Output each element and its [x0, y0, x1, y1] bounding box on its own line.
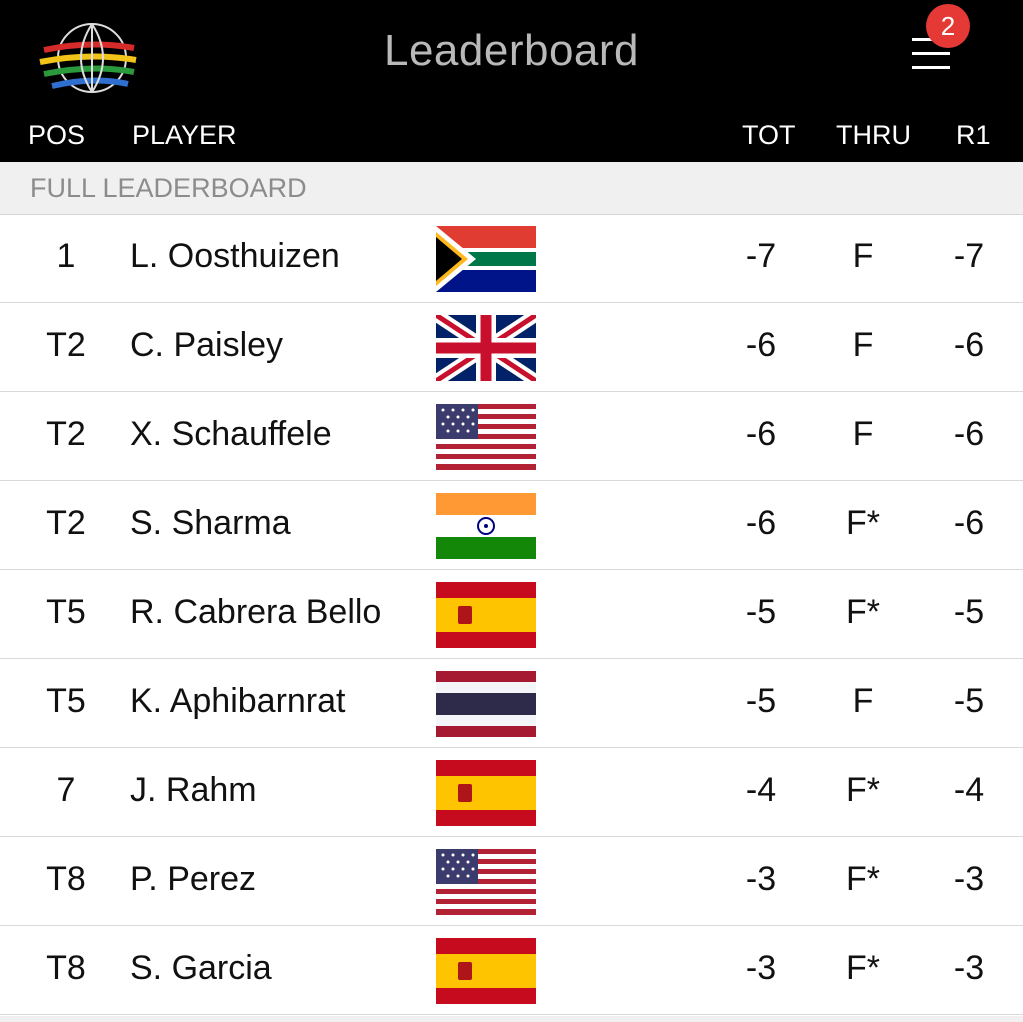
united-kingdom-flag-icon — [436, 315, 536, 381]
column-header: POS PLAYER TOT THRU R1 — [0, 110, 1023, 162]
player-position: T2 — [46, 504, 86, 542]
col-r1[interactable]: R1 — [956, 120, 991, 151]
player-position: T8 — [46, 860, 86, 898]
leaderboard-row[interactable]: T2 C. Paisley -6 F -6 — [0, 303, 1023, 392]
player-total: -5 — [745, 593, 777, 631]
player-total: -3 — [745, 949, 777, 987]
hamburger-menu-icon-bar — [912, 66, 950, 69]
player-position: T5 — [46, 593, 86, 631]
spain-flag-icon — [436, 760, 536, 826]
leaderboard-row[interactable]: T2 S. Sharma -6 F* -6 — [0, 481, 1023, 570]
player-position: T5 — [46, 682, 86, 720]
player-name: S. Sharma — [130, 504, 291, 542]
leaderboard-row[interactable]: T5 R. Cabrera Bello -5 F* -5 — [0, 570, 1023, 659]
player-thru: F — [852, 682, 874, 720]
player-total: -6 — [745, 326, 777, 364]
player-total: -5 — [745, 682, 777, 720]
section-header: FULL LEADERBOARD — [0, 162, 1023, 215]
col-tot[interactable]: TOT — [742, 120, 796, 151]
player-r1: -6 — [953, 415, 985, 453]
player-r1: -5 — [953, 682, 985, 720]
player-name: K. Aphibarnrat — [130, 682, 346, 720]
spain-flag-icon — [436, 938, 536, 1004]
player-r1: -6 — [953, 504, 985, 542]
leaderboard-row[interactable]: T2 X. Schauffele -6 F -6 — [0, 392, 1023, 481]
spain-flag-icon — [436, 582, 536, 648]
player-r1: -7 — [953, 237, 985, 275]
leaderboard-list: 1 L. Oosthuizen -7 F -7 T2 C. Paisley -6… — [0, 214, 1023, 1015]
player-name: L. Oosthuizen — [130, 237, 340, 275]
player-name: S. Garcia — [130, 949, 272, 987]
player-position: T2 — [46, 415, 86, 453]
player-r1: -5 — [953, 593, 985, 631]
india-flag-icon — [436, 493, 536, 559]
col-pos[interactable]: POS — [28, 120, 85, 151]
player-name: C. Paisley — [130, 326, 284, 364]
col-thru[interactable]: THRU — [836, 120, 911, 151]
player-position: 1 — [56, 237, 76, 275]
leaderboard-row[interactable]: 7 J. Rahm -4 F* -4 — [0, 748, 1023, 837]
player-total: -6 — [745, 415, 777, 453]
player-r1: -3 — [953, 949, 985, 987]
top-bar: Leaderboard 2 — [0, 0, 1023, 110]
player-thru: F — [852, 415, 874, 453]
player-thru: F* — [846, 949, 880, 987]
section-label: FULL LEADERBOARD — [30, 173, 307, 203]
player-thru: F — [852, 237, 874, 275]
list-bottom-divider — [0, 1016, 1023, 1022]
player-r1: -6 — [953, 326, 985, 364]
player-thru: F* — [846, 771, 880, 809]
player-thru: F — [852, 326, 874, 364]
player-name: P. Perez — [130, 860, 257, 898]
player-r1: -3 — [953, 860, 985, 898]
player-position: 7 — [56, 771, 76, 809]
player-thru: F* — [846, 504, 880, 542]
player-total: -4 — [745, 771, 777, 809]
leaderboard-row[interactable]: T8 P. Perez -3 F* -3 — [0, 837, 1023, 926]
leaderboard-row[interactable]: 1 L. Oosthuizen -7 F -7 — [0, 214, 1023, 303]
notification-badge[interactable]: 2 — [926, 4, 970, 48]
player-position: T2 — [46, 326, 86, 364]
player-name: X. Schauffele — [130, 415, 332, 453]
player-name: R. Cabrera Bello — [130, 593, 382, 631]
page-title: Leaderboard — [383, 26, 640, 75]
col-player[interactable]: PLAYER — [132, 120, 237, 151]
player-total: -3 — [745, 860, 777, 898]
player-thru: F* — [846, 860, 880, 898]
usa-flag-icon — [436, 849, 536, 915]
leaderboard-row[interactable]: T8 S. Garcia -3 F* -3 — [0, 926, 1023, 1015]
leaderboard-row[interactable]: T5 K. Aphibarnrat -5 F -5 — [0, 659, 1023, 748]
hamburger-menu-icon-bar — [912, 52, 950, 55]
player-thru: F* — [846, 593, 880, 631]
player-name: J. Rahm — [130, 771, 257, 809]
south-africa-flag-icon — [436, 226, 536, 292]
usa-flag-icon — [436, 404, 536, 470]
player-total: -6 — [745, 504, 777, 542]
player-r1: -4 — [953, 771, 985, 809]
player-position: T8 — [46, 949, 86, 987]
thailand-flag-icon — [436, 671, 536, 737]
player-total: -7 — [745, 237, 777, 275]
